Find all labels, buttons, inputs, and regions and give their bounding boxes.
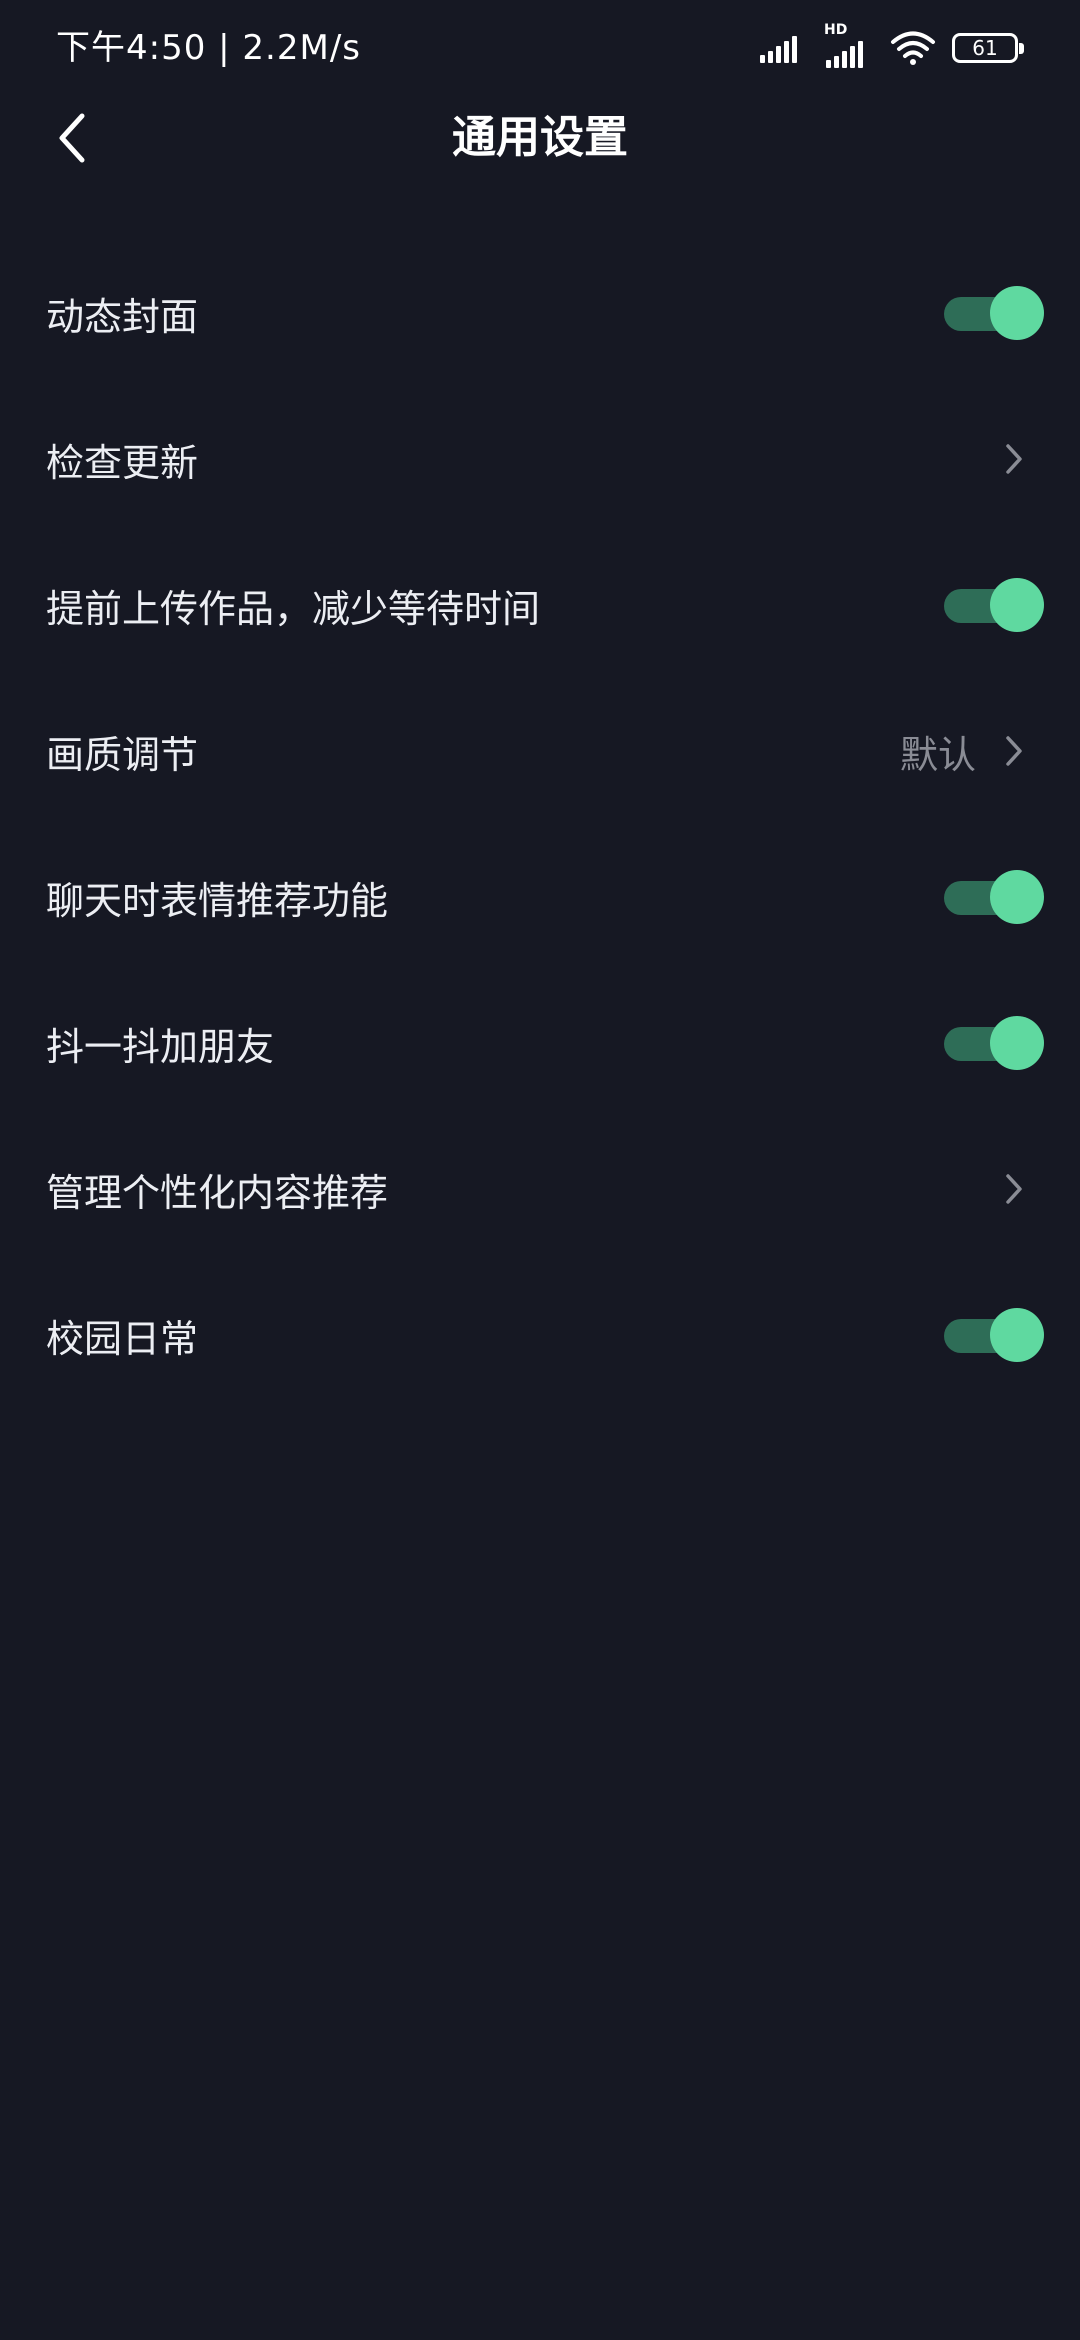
setting-label: 动态封面 xyxy=(46,294,199,339)
setting-emoji-recommend[interactable]: 聊天时表情推荐功能 xyxy=(0,824,1080,970)
setting-label: 提前上传作品，减少等待时间 xyxy=(46,586,541,631)
setting-video-quality[interactable]: 画质调节 默认 xyxy=(0,678,1080,824)
back-button[interactable] xyxy=(30,96,114,180)
setting-label: 抖一抖加朋友 xyxy=(46,1024,275,1069)
emoji-recommend-toggle[interactable] xyxy=(944,870,1044,924)
setting-label: 管理个性化内容推荐 xyxy=(46,1170,389,1215)
campus-daily-toggle[interactable] xyxy=(944,1308,1044,1362)
setting-label: 画质调节 xyxy=(46,732,199,777)
toggle-knob xyxy=(990,870,1044,924)
setting-label: 聊天时表情推荐功能 xyxy=(46,878,389,923)
settings-list: 动态封面 检查更新 提前上传作品，减少等待时间 画质调节 默认 聊天时表情推荐功… xyxy=(0,240,1080,1408)
chevron-right-icon xyxy=(994,439,1034,479)
nav-bar: 通用设置 xyxy=(0,96,1080,180)
status-bar: 下午4:50 | 2.2M/s HD 61 xyxy=(0,0,1080,96)
page-title: 通用设置 xyxy=(452,112,628,163)
shake-add-friend-toggle[interactable] xyxy=(944,1016,1044,1070)
hd-badge: HD xyxy=(824,22,848,38)
chevron-right-icon xyxy=(994,731,1034,771)
pre-upload-toggle[interactable] xyxy=(944,578,1044,632)
battery-icon: 61 xyxy=(952,33,1024,63)
setting-pre-upload[interactable]: 提前上传作品，减少等待时间 xyxy=(0,532,1080,678)
toggle-knob xyxy=(990,1308,1044,1362)
setting-value: 默认 xyxy=(899,732,976,777)
status-time: 下午4:50 | 2.2M/s xyxy=(56,28,361,68)
toggle-knob xyxy=(990,578,1044,632)
toggle-knob xyxy=(990,1016,1044,1070)
status-icons: HD 61 xyxy=(760,22,1024,70)
setting-label: 校园日常 xyxy=(46,1316,199,1361)
setting-shake-add-friend[interactable]: 抖一抖加朋友 xyxy=(0,970,1080,1116)
setting-check-update[interactable]: 检查更新 xyxy=(0,386,1080,532)
setting-personalized-content[interactable]: 管理个性化内容推荐 xyxy=(0,1116,1080,1262)
toggle-knob xyxy=(990,286,1044,340)
battery-level: 61 xyxy=(972,36,998,60)
chevron-left-icon xyxy=(59,113,85,163)
setting-label: 检查更新 xyxy=(46,440,199,485)
signal-hd-icon: HD xyxy=(824,22,874,68)
setting-dynamic-cover[interactable]: 动态封面 xyxy=(0,240,1080,386)
signal-icon xyxy=(760,36,797,63)
setting-campus-daily[interactable]: 校园日常 xyxy=(0,1262,1080,1408)
chevron-right-icon xyxy=(994,1169,1034,1209)
wifi-icon xyxy=(891,31,935,65)
dynamic-cover-toggle[interactable] xyxy=(944,286,1044,340)
